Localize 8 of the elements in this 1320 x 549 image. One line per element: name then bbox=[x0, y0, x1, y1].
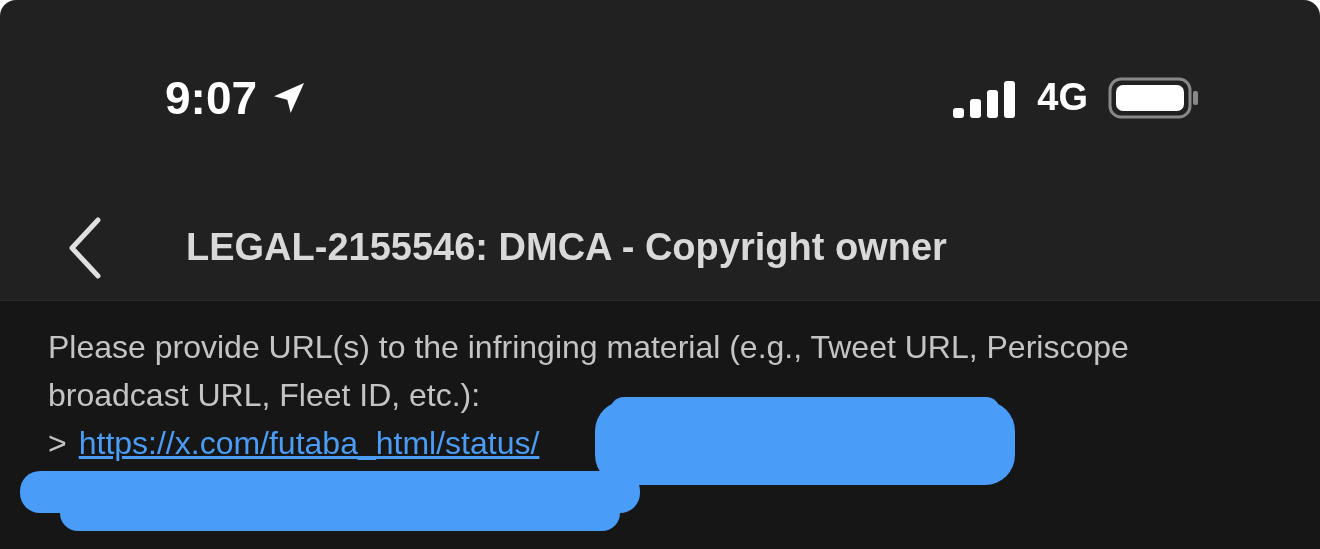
page-title: LEGAL-2155546: DMCA - Copyright owner bbox=[186, 226, 947, 269]
back-button[interactable] bbox=[66, 215, 104, 280]
status-time: 9:07 bbox=[165, 70, 258, 125]
battery-icon bbox=[1108, 75, 1200, 120]
quote-marker: > bbox=[48, 424, 67, 463]
tweet-link[interactable]: https://x.com/futaba_html/status/ bbox=[78, 419, 540, 467]
message-text: Please provide URL(s) to the infringing material (e.g., Tweet URL, Periscope broadcast URL, Fleet ID, etc.): bbox=[48, 328, 1130, 415]
network-type: 4G bbox=[1037, 76, 1088, 119]
